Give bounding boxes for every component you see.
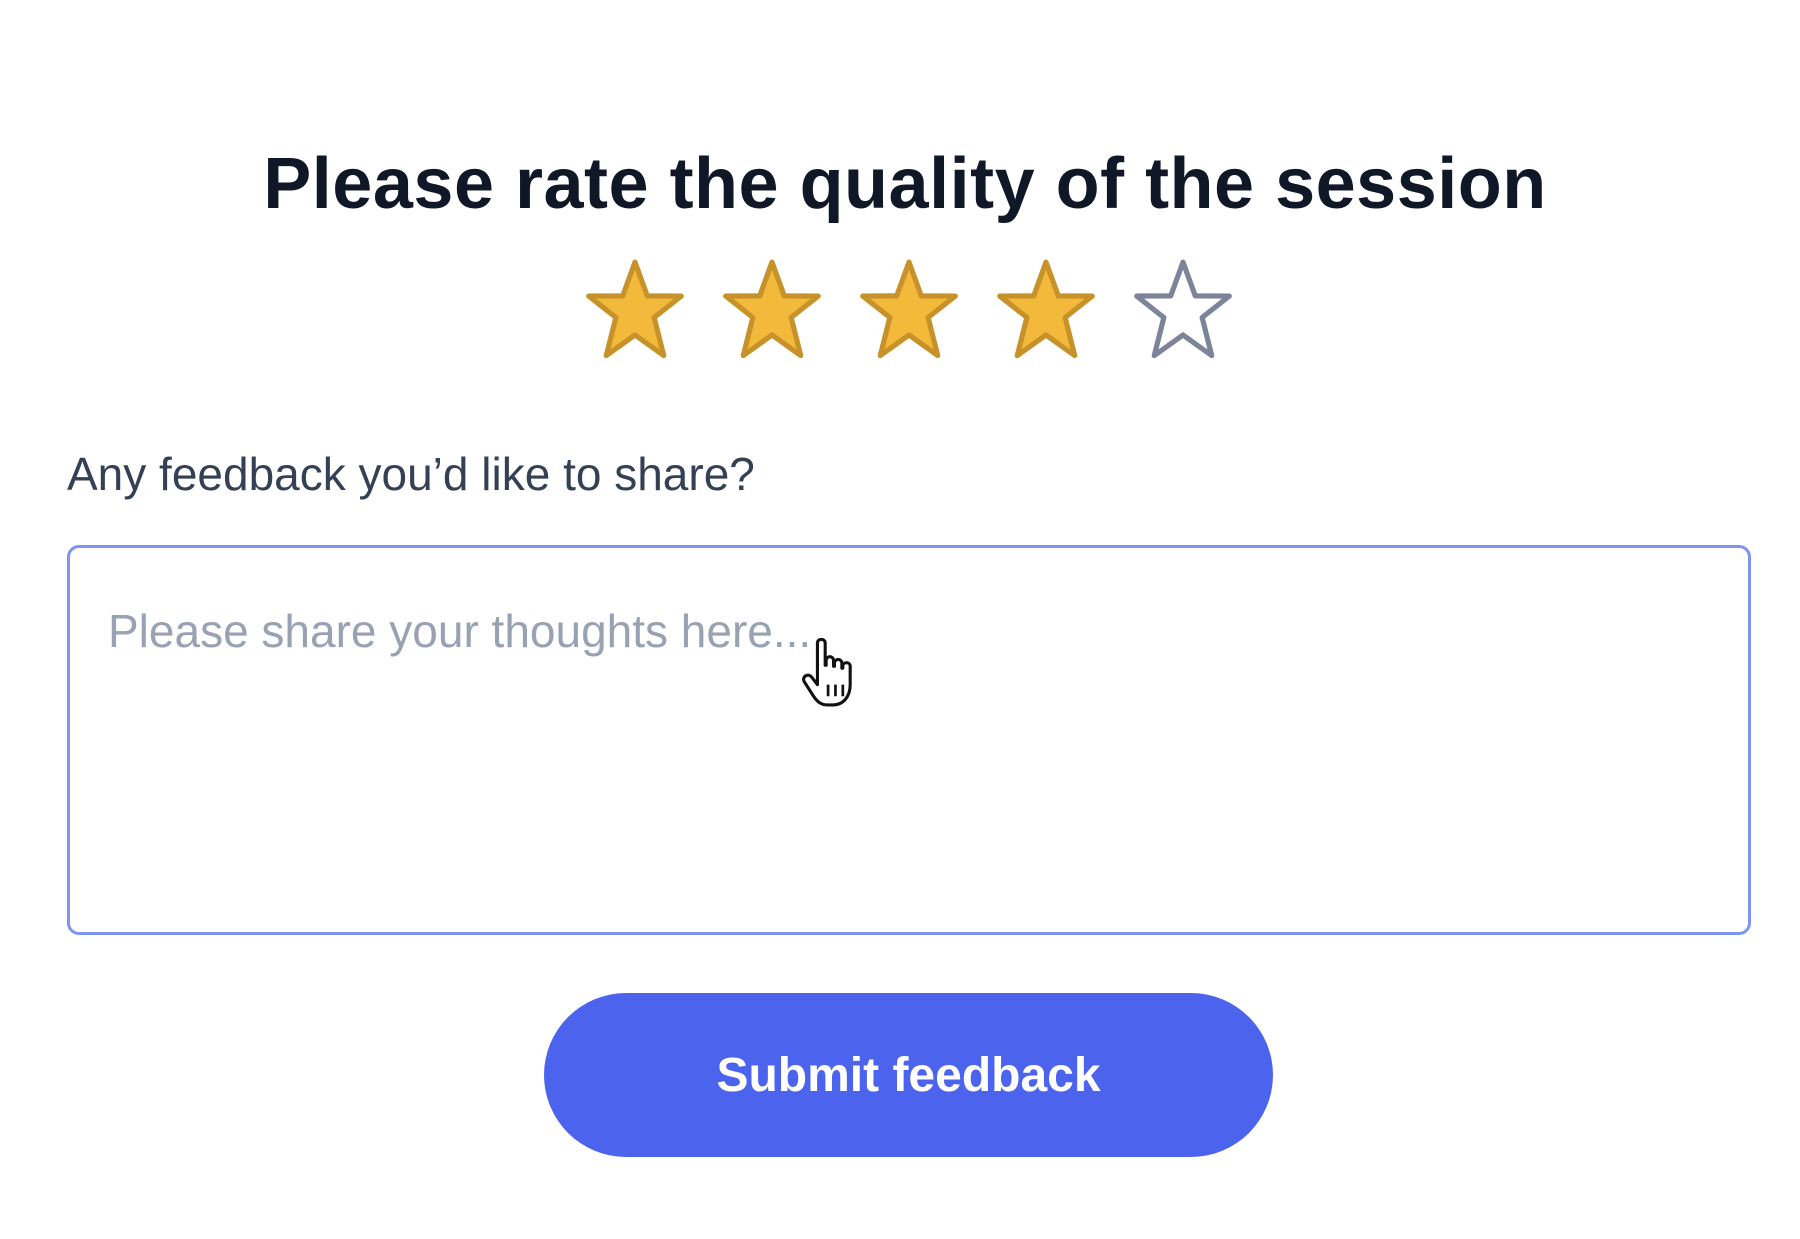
- page-title: Please rate the quality of the session: [263, 144, 1547, 225]
- feedback-label: Any feedback you’d like to share?: [67, 448, 755, 500]
- rating-star-3[interactable]: [856, 258, 962, 362]
- star-icon: [860, 259, 958, 359]
- star-icon: [997, 259, 1095, 359]
- rating-star-4[interactable]: [993, 258, 1099, 362]
- rating-star-5[interactable]: [1130, 258, 1236, 362]
- star-rating: [582, 258, 1242, 362]
- feedback-textarea[interactable]: [67, 545, 1751, 935]
- star-icon: [586, 259, 684, 359]
- star-icon: [1134, 259, 1232, 359]
- star-icon: [723, 259, 821, 359]
- rating-star-1[interactable]: [582, 258, 688, 362]
- rating-star-2[interactable]: [719, 258, 825, 362]
- submit-feedback-button[interactable]: Submit feedback: [544, 993, 1273, 1157]
